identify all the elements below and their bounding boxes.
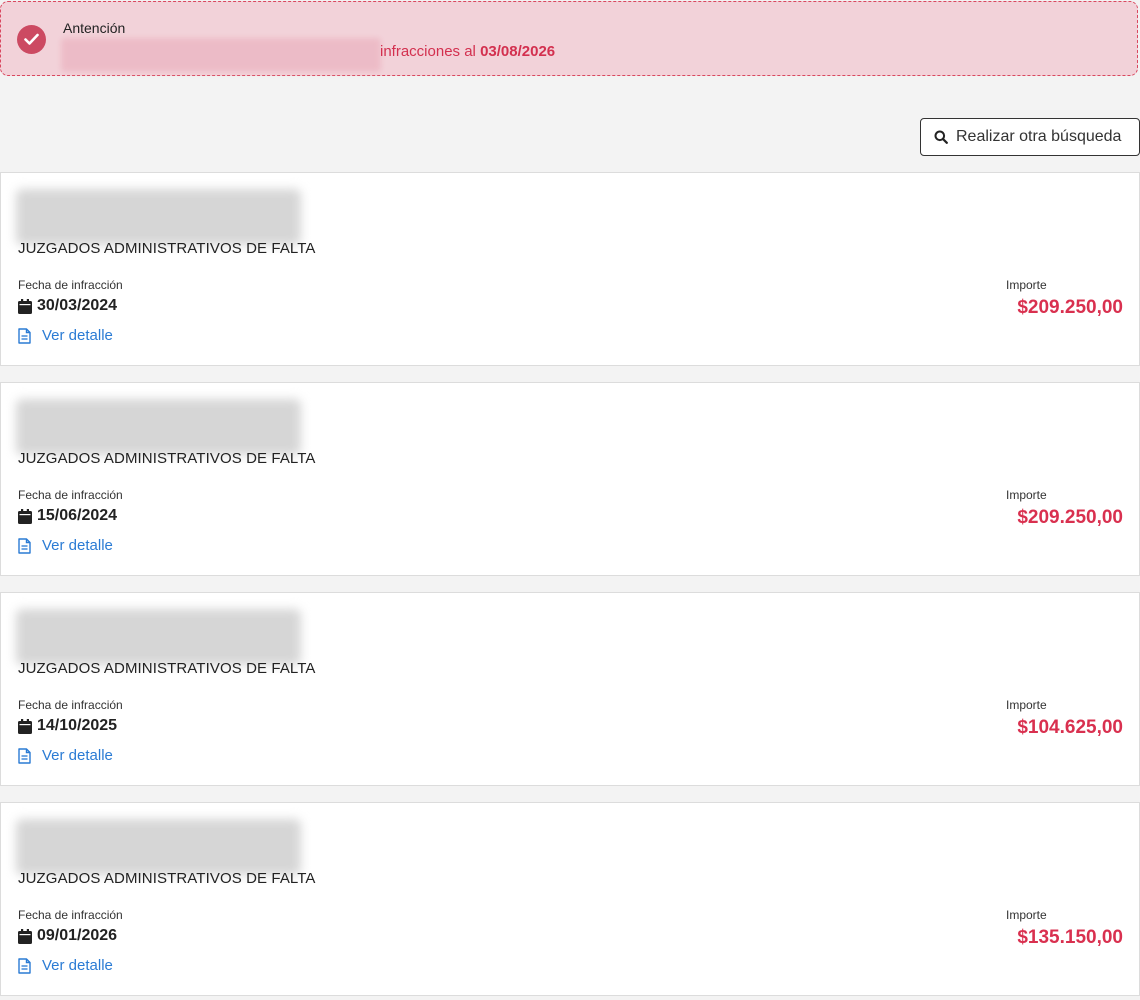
infraction-card: JUZGADOS ADMINISTRATIVOS DE FALTA Fecha … <box>0 802 1140 996</box>
court-name: JUZGADOS ADMINISTRATIVOS DE FALTA <box>18 450 316 467</box>
infraction-date-value: 15/06/2024 <box>37 507 118 524</box>
infraction-card: JUZGADOS ADMINISTRATIVOS DE FALTA Fecha … <box>0 592 1140 786</box>
attention-alert: Antención infracciones al 03/08/2026 <box>0 1 1138 76</box>
infraction-date: 30/03/2024 <box>18 297 117 315</box>
redacted-text <box>61 38 381 72</box>
infraction-date: 14/10/2025 <box>18 717 117 735</box>
infraction-card: JUZGADOS ADMINISTRATIVOS DE FALTA Fecha … <box>0 382 1140 576</box>
calendar-icon <box>18 718 32 734</box>
view-detail-label: Ver detalle <box>42 957 113 974</box>
amount-value: $209.250,00 <box>1017 297 1123 318</box>
redacted-plate <box>16 819 301 875</box>
new-search-label: Realizar otra búsqueda <box>956 128 1122 145</box>
date-label: Fecha de infracción <box>18 698 123 712</box>
alert-message-prefix: infracciones al <box>380 43 476 60</box>
view-detail-label: Ver detalle <box>42 537 113 554</box>
amount-label: Importe <box>1006 278 1047 292</box>
document-icon <box>18 747 31 764</box>
amount-label: Importe <box>1006 698 1047 712</box>
date-label: Fecha de infracción <box>18 278 123 292</box>
view-detail-label: Ver detalle <box>42 327 113 344</box>
amount-label: Importe <box>1006 908 1047 922</box>
view-detail-link[interactable]: Ver detalle <box>18 957 113 974</box>
calendar-icon <box>18 298 32 314</box>
date-label: Fecha de infracción <box>18 908 123 922</box>
redacted-plate <box>16 609 301 665</box>
check-circle-icon <box>17 25 46 54</box>
infraction-date: 09/01/2026 <box>18 927 117 945</box>
alert-title: Antención <box>63 20 126 36</box>
document-icon <box>18 957 31 974</box>
date-label: Fecha de infracción <box>18 488 123 502</box>
court-name: JUZGADOS ADMINISTRATIVOS DE FALTA <box>18 240 316 257</box>
amount-value: $209.250,00 <box>1017 507 1123 528</box>
redacted-plate <box>16 189 301 245</box>
document-icon <box>18 327 31 344</box>
view-detail-link[interactable]: Ver detalle <box>18 537 113 554</box>
infraction-date-value: 14/10/2025 <box>37 717 118 734</box>
amount-value: $104.625,00 <box>1017 717 1123 738</box>
new-search-button[interactable]: Realizar otra búsqueda <box>920 118 1140 156</box>
infraction-date-value: 30/03/2024 <box>37 297 118 314</box>
redacted-plate <box>16 399 301 455</box>
alert-message-date: 03/08/2026 <box>480 43 556 60</box>
calendar-icon <box>18 508 32 524</box>
court-name: JUZGADOS ADMINISTRATIVOS DE FALTA <box>18 660 316 677</box>
court-name: JUZGADOS ADMINISTRATIVOS DE FALTA <box>18 870 316 887</box>
search-icon <box>934 130 948 144</box>
amount-label: Importe <box>1006 488 1047 502</box>
infraction-card: JUZGADOS ADMINISTRATIVOS DE FALTA Fecha … <box>0 172 1140 366</box>
calendar-icon <box>18 928 32 944</box>
infraction-date-value: 09/01/2026 <box>37 927 118 944</box>
alert-message: infracciones al 03/08/2026 <box>380 43 555 60</box>
amount-value: $135.150,00 <box>1017 927 1123 948</box>
infraction-date: 15/06/2024 <box>18 507 117 525</box>
document-icon <box>18 537 31 554</box>
view-detail-label: Ver detalle <box>42 747 113 764</box>
view-detail-link[interactable]: Ver detalle <box>18 327 113 344</box>
view-detail-link[interactable]: Ver detalle <box>18 747 113 764</box>
